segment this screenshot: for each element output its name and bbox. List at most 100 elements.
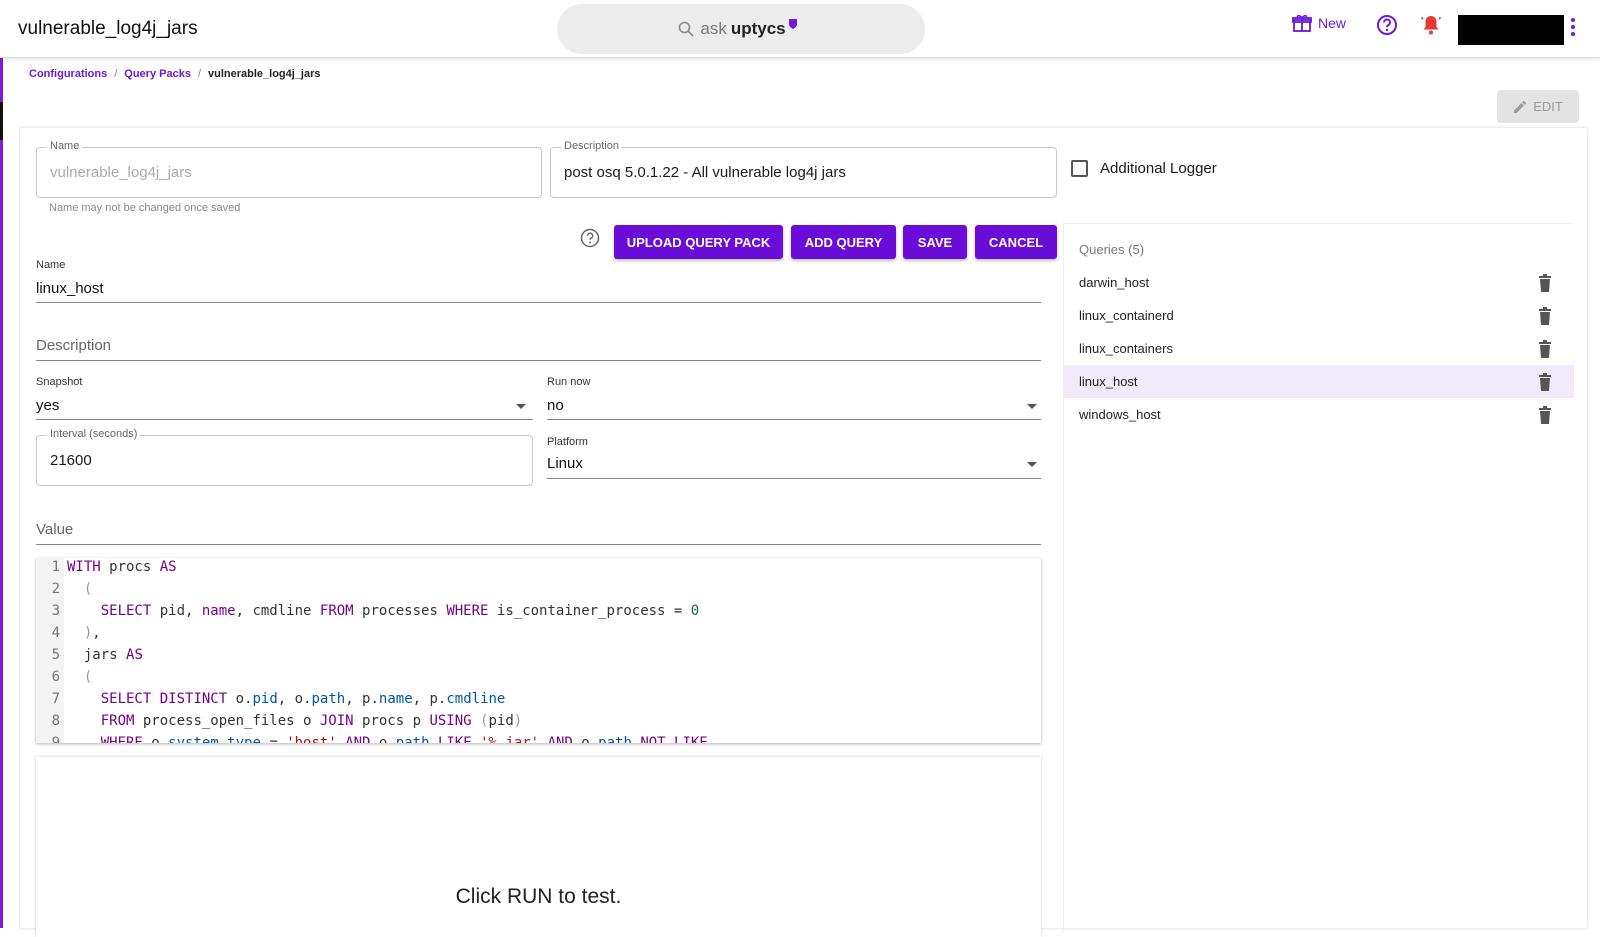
- query-item-label: windows_host: [1079, 407, 1161, 422]
- line-number: 2: [51, 581, 60, 597]
- left-accent-marker: [0, 102, 3, 140]
- pack-description-field[interactable]: Description post osq 5.0.1.22 - All vuln…: [550, 140, 1057, 198]
- code-text: ),: [83, 625, 101, 641]
- upload-query-pack-button[interactable]: UPLOAD QUERY PACK: [614, 225, 783, 259]
- line-number: 4: [51, 625, 60, 641]
- results-hint: Click RUN to test.: [455, 885, 622, 908]
- edit-label: EDIT: [1533, 99, 1563, 114]
- delete-icon[interactable]: [1538, 274, 1552, 295]
- alerts-button[interactable]: [1420, 14, 1442, 36]
- line-number: 5: [51, 647, 60, 663]
- interval-field[interactable]: Interval (seconds) 21600: [36, 428, 533, 486]
- help-button[interactable]: [1376, 14, 1398, 36]
- code-text: (: [83, 669, 93, 685]
- chevron-down-icon[interactable]: [516, 404, 526, 409]
- queries-title: Queries (5): [1079, 242, 1145, 257]
- delete-icon[interactable]: [1538, 307, 1552, 328]
- additional-logger-label: Additional Logger: [1100, 160, 1217, 177]
- chevron-down-icon[interactable]: [1027, 462, 1037, 467]
- query-description-underline: [36, 360, 1041, 361]
- interval-value: 21600: [50, 452, 92, 469]
- value-underline: [36, 544, 1041, 545]
- pack-name-value: vulnerable_log4j_jars: [50, 164, 192, 181]
- delete-icon[interactable]: [1538, 406, 1552, 427]
- query-list-item[interactable]: linux_containerd: [1064, 299, 1574, 332]
- cancel-button[interactable]: CANCEL: [975, 225, 1057, 259]
- breadcrumb-configurations[interactable]: Configurations: [29, 68, 107, 80]
- query-description-input[interactable]: Description: [36, 337, 111, 354]
- gift-icon: [1292, 14, 1312, 32]
- line-number: 1: [51, 559, 60, 575]
- interval-label: Interval (seconds): [47, 428, 141, 440]
- query-name-label: Name: [36, 259, 66, 271]
- help-circle-icon: [580, 228, 600, 248]
- code-text: FROM process_open_files o JOIN procs p U…: [100, 713, 523, 729]
- sql-code-editor[interactable]: 1 WITH procs AS 2 (3 SELECT pid, name, cmd…: [36, 558, 1041, 743]
- run-now-label: Run now: [547, 376, 591, 388]
- code-text: SELECT pid, name, cmdline FROM processes…: [100, 603, 700, 619]
- pack-description-label: Description: [561, 140, 623, 152]
- snapshot-select[interactable]: yes: [36, 397, 59, 414]
- search-prefix: ask: [700, 19, 727, 38]
- query-list-item[interactable]: linux_containers: [1064, 332, 1574, 365]
- ask-uptycs-search[interactable]: ask uptycs: [557, 4, 925, 54]
- code-text: WHERE o.system_type = 'host' AND o.path …: [100, 735, 708, 743]
- user-menu[interactable]: [1458, 15, 1564, 45]
- snapshot-underline: [36, 419, 533, 420]
- whats-new-button[interactable]: New: [1292, 14, 1346, 32]
- pencil-icon: [1514, 100, 1527, 113]
- pack-name-field: Name vulnerable_log4j_jars: [36, 140, 542, 198]
- query-item-label: linux_containers: [1079, 341, 1173, 356]
- bell-alert-icon: [1420, 16, 1442, 35]
- platform-underline: [547, 478, 1041, 479]
- run-now-select[interactable]: no: [547, 397, 564, 414]
- query-item-label: darwin_host: [1079, 275, 1150, 290]
- query-help-button[interactable]: [580, 228, 600, 253]
- line-number: 7: [51, 691, 60, 707]
- search-brand: uptycs: [730, 19, 786, 38]
- queries-panel: Queries (5) darwin_host linux_containerdl…: [1063, 223, 1574, 933]
- line-number: 3: [51, 603, 60, 619]
- checkbox-box[interactable]: [1071, 160, 1088, 177]
- breadcrumb-query-packs[interactable]: Query Packs: [124, 68, 191, 80]
- code-text: SELECT DISTINCT o.pid, o.path, p.name, p…: [100, 691, 506, 707]
- query-name-input[interactable]: linux_host: [36, 280, 104, 297]
- save-button[interactable]: SAVE: [903, 225, 967, 259]
- query-list-item[interactable]: linux_host: [1064, 365, 1574, 398]
- brand-shield-icon: [788, 19, 797, 29]
- results-panel: Click RUN to test.: [36, 757, 1041, 937]
- code-text: jars AS: [67, 647, 143, 663]
- query-item-label: linux_containerd: [1079, 308, 1174, 323]
- line-number: 9: [51, 735, 60, 743]
- breadcrumb-current: vulnerable_log4j_jars: [208, 68, 321, 80]
- platform-select[interactable]: Linux: [547, 455, 583, 472]
- pack-name-helper: Name may not be changed once saved: [49, 202, 241, 214]
- run-now-underline: [547, 419, 1041, 420]
- line-number: 8: [51, 713, 60, 729]
- pack-description-value: post osq 5.0.1.22 - All vulnerable log4j…: [564, 164, 846, 181]
- add-query-button[interactable]: ADD QUERY: [791, 225, 896, 259]
- value-label: Value: [36, 521, 74, 538]
- delete-icon[interactable]: [1538, 373, 1552, 394]
- new-label: New: [1318, 15, 1347, 31]
- line-number: 6: [51, 669, 60, 685]
- edit-button[interactable]: EDIT: [1497, 90, 1579, 123]
- chevron-down-icon[interactable]: [1027, 404, 1037, 409]
- code-text: WITH procs AS: [67, 559, 177, 575]
- delete-icon[interactable]: [1538, 340, 1552, 361]
- code-text: (: [83, 581, 93, 597]
- more-vert-icon[interactable]: [1570, 16, 1576, 42]
- query-item-label: linux_host: [1079, 374, 1138, 389]
- additional-logger-checkbox[interactable]: Additional Logger: [1071, 160, 1217, 177]
- breadcrumb: Configurations / Query Packs / vulnerable_lo…: [29, 68, 321, 80]
- search-icon: [679, 21, 694, 37]
- page-title: vulnerable_log4j_jars: [18, 18, 198, 39]
- snapshot-label: Snapshot: [36, 376, 83, 388]
- top-bar: vulnerable_log4j_jars ask uptycs New: [0, 0, 1600, 58]
- query-list-item[interactable]: windows_host: [1064, 398, 1574, 431]
- query-name-underline: [36, 302, 1041, 303]
- help-circle-icon: [1377, 15, 1397, 35]
- query-list-item[interactable]: darwin_host: [1064, 266, 1574, 299]
- pack-name-label: Name: [47, 140, 83, 152]
- platform-label: Platform: [547, 436, 588, 448]
